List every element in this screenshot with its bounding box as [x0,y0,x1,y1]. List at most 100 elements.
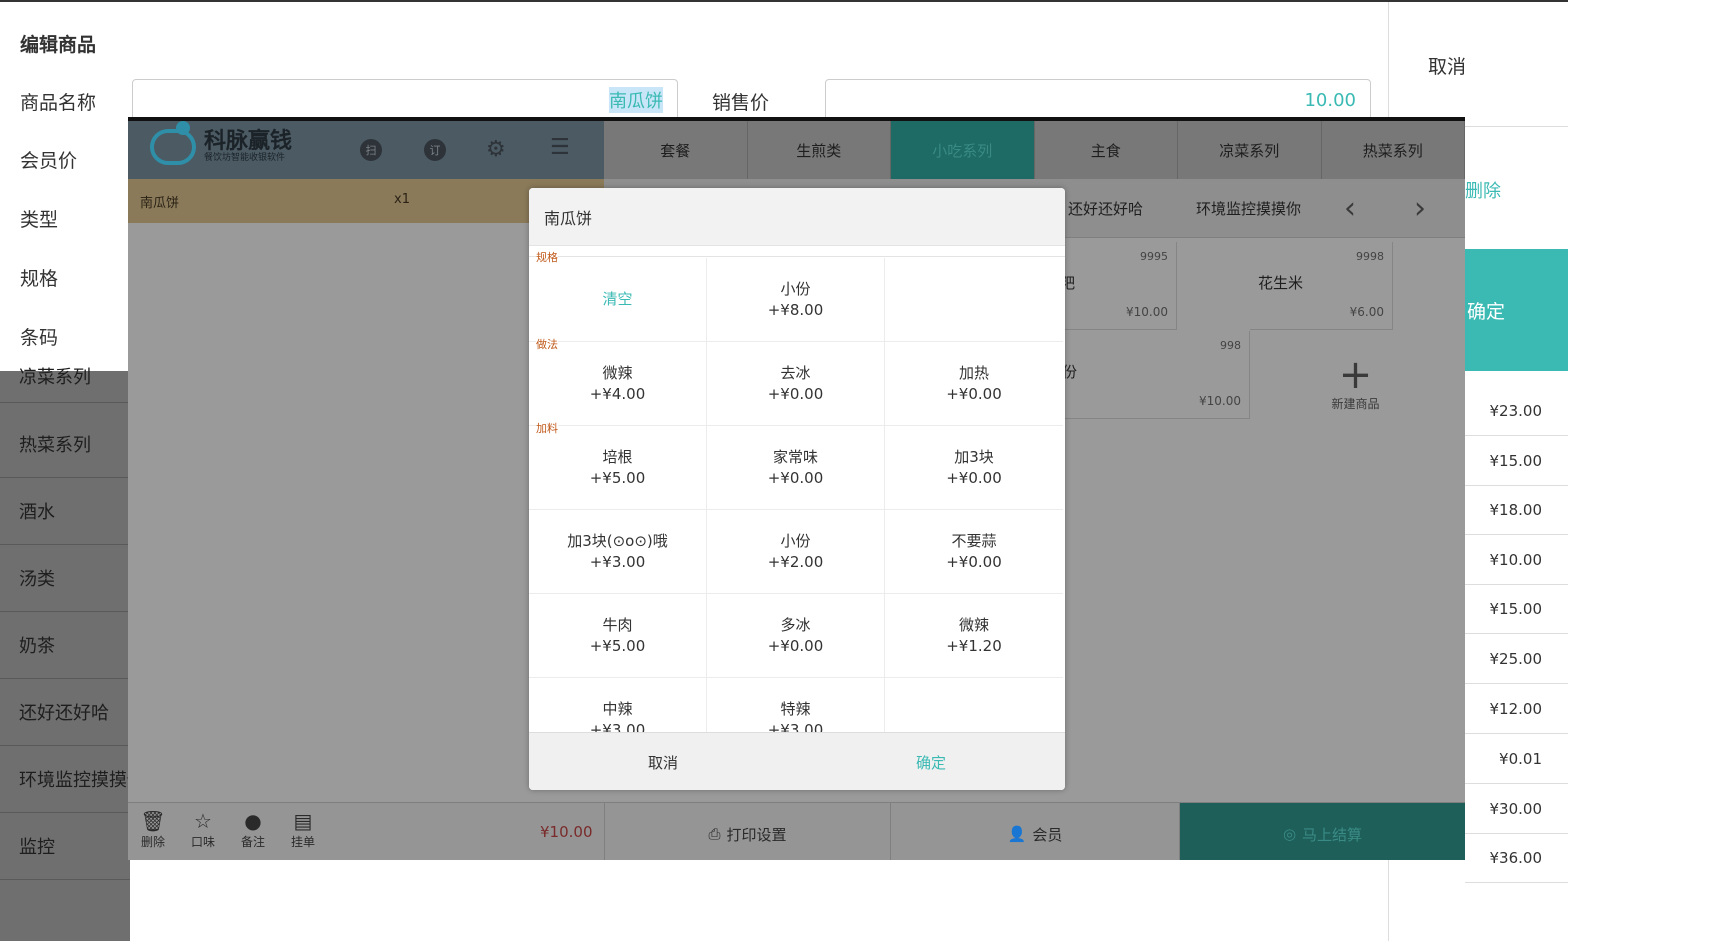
tool-label: 备注 [240,835,265,849]
product-card[interactable]: 9998 花生米 ¥6.00 [1250,242,1393,330]
edit-confirm-button[interactable]: 确定 [1465,249,1568,371]
option-cell[interactable]: 特辣 +¥3.00 [707,678,885,732]
print-label: 打印设置 [726,825,787,844]
clipboard-icon: ▤ [293,809,313,833]
option-price: +¥0.00 [946,552,1002,571]
tab-staple[interactable]: 主食 [1035,121,1178,179]
option-price: +¥4.00 [589,384,646,403]
option-cell[interactable]: 中辣 +¥3.00 [529,678,707,732]
category-item[interactable]: 酒水 [0,478,130,545]
option-price: +¥8.00 [767,300,824,319]
category-item[interactable]: 凉菜系列 [0,363,130,403]
option-dialog: 南瓜饼 规格 清空 小份 +¥8.00 做法 微辣 +¥4.00 去冰 +¥0.00 … [529,188,1065,790]
sub-tab[interactable]: 环境监控摸摸你 [1177,179,1320,238]
option-price: +¥1.20 [946,636,1002,655]
order-item-name: 南瓜饼 [140,196,180,211]
trash-icon: 🗑 [140,809,166,833]
label-name: 商品名称 [20,92,97,114]
chevron-left-icon[interactable]: ‹ [1344,191,1356,226]
option-cell[interactable]: 微辣 +¥1.20 [885,594,1063,678]
option-cell[interactable]: 加热 +¥0.00 [885,342,1063,426]
list-icon[interactable]: ☰ [550,135,570,160]
order-item-qty: x1 [394,192,410,207]
tab-fried[interactable]: 生煎类 [748,121,891,179]
option-name: 多冰 [780,615,811,634]
option-cell[interactable]: 小份 +¥8.00 [707,258,885,342]
option-name: 加3块(⊙o⊙)哦 [567,531,668,550]
category-item[interactable]: 汤类 [0,545,130,612]
reserve-icon[interactable]: 订 [424,139,446,161]
option-cell[interactable]: 去冰 +¥0.00 [707,342,885,426]
option-cell[interactable]: 家常味 +¥0.00 [707,426,885,510]
note-icon: ● [244,809,262,833]
option-grid: 规格 清空 小份 +¥8.00 做法 微辣 +¥4.00 去冰 +¥0.00 加热 +¥… [529,246,1065,732]
category-item[interactable]: 环境监控摸摸你 [0,746,130,813]
dialog-cancel-button[interactable]: 取消 [529,733,797,790]
section-label-method: 做法 [536,336,558,352]
category-item[interactable]: 还好还好哈 [0,679,130,746]
option-name: 特辣 [780,699,811,718]
option-cell[interactable]: 加3块(⊙o⊙)哦 +¥3.00 [529,510,707,594]
product-price: ¥6.00 [1349,305,1384,319]
gear-icon[interactable]: ⚙ [486,137,506,162]
price-cell: ¥18.00 [1465,485,1568,535]
new-product-button[interactable]: + 新建商品 [1284,341,1427,429]
flavor-tool[interactable]: ☆ 口味 [186,809,220,850]
label-sale-price: 销售价 [712,92,770,114]
tab-hot[interactable]: 热菜系列 [1322,121,1465,179]
new-product-label: 新建商品 [1331,397,1380,411]
tab-snacks[interactable]: 小吃系列 [891,121,1035,179]
edit-delete-button[interactable]: 删除 [1465,177,1501,203]
option-price: +¥0.00 [767,384,824,403]
label-spec: 规格 [20,268,59,290]
category-tabs: 套餐 生煎类 小吃系列 主食 凉菜系列 热菜系列 [604,121,1465,179]
price-cell: ¥23.00 [1465,386,1568,436]
option-name: 小份 [780,279,811,298]
tab-cold[interactable]: 凉菜系列 [1178,121,1322,179]
product-card[interactable]: 998 份 ¥10.00 [1034,331,1250,419]
note-tool[interactable]: ● 备注 [236,809,270,850]
option-cell[interactable]: 不要蒜 +¥0.00 [885,510,1063,594]
divider [529,256,1065,257]
option-cell[interactable]: 加3块 +¥0.00 [885,426,1063,510]
category-item[interactable]: 监控 [0,813,130,880]
option-name: 培根 [602,447,633,466]
sale-price-field[interactable]: 10.00 [825,79,1371,121]
option-cell[interactable]: 微辣 +¥4.00 [529,342,707,426]
scan-icon[interactable]: 扫 [360,139,382,161]
dialog-confirm-button[interactable]: 确定 [797,733,1065,790]
product-price: ¥10.00 [1199,394,1241,408]
price-cell: ¥25.00 [1465,634,1568,684]
category-item[interactable]: 奶茶 [0,612,130,679]
option-price: +¥3.00 [589,552,646,571]
option-cell[interactable]: 多冰 +¥0.00 [707,594,885,678]
product-price: ¥10.00 [1126,305,1168,319]
price-cell: ¥30.00 [1465,784,1568,834]
name-field-value: 南瓜饼 [609,87,663,113]
option-cell[interactable]: 培根 +¥5.00 [529,426,707,510]
tab-combo[interactable]: 套餐 [604,121,748,179]
option-name: 加3块 [954,447,994,466]
option-cell[interactable]: 小份 +¥2.00 [707,510,885,594]
edit-cancel-button[interactable]: 取消 [1428,52,1466,79]
checkout-button[interactable]: ◎ 马上结算 [1179,803,1465,860]
name-field[interactable]: 南瓜饼 [132,79,678,121]
option-name: 小份 [780,531,811,550]
user-icon: 👤 [1007,825,1027,843]
section-label-addon: 加料 [536,420,558,436]
member-button[interactable]: 👤 会员 [890,803,1179,860]
option-price: +¥2.00 [767,552,824,571]
tool-label: 口味 [190,835,215,849]
option-cell[interactable]: 牛肉 +¥5.00 [529,594,707,678]
clear-option[interactable]: 清空 [529,258,707,342]
delete-tool[interactable]: 🗑 删除 [136,809,170,850]
option-price: +¥0.00 [767,636,824,655]
option-name: 牛肉 [602,615,633,634]
option-price: +¥3.00 [589,720,646,733]
category-item[interactable]: 热菜系列 [0,411,130,478]
option-price: +¥0.00 [767,468,824,487]
chevron-right-icon[interactable]: › [1414,191,1426,226]
hold-tool[interactable]: ▤ 挂单 [286,809,320,850]
empty-cell [885,678,1063,732]
print-settings-button[interactable]: ⎙ 打印设置 [604,803,890,860]
